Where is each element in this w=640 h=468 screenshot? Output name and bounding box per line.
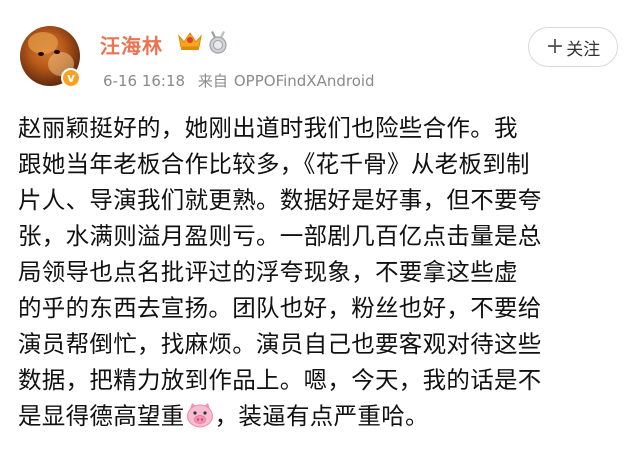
source-label: 来自 xyxy=(197,72,228,90)
verified-badge-icon: v xyxy=(61,68,81,88)
body-text: 是显得德高望重 xyxy=(18,402,185,430)
body-text: ，装逼有点严重哈。 xyxy=(214,402,429,430)
post-date: 6-16 xyxy=(103,72,138,90)
follow-button[interactable]: + 关注 xyxy=(528,27,618,67)
body-line: 片人、导演我们就更熟。数据好是好事，但不要夸 xyxy=(18,186,542,214)
body-line: 的乎的东西去宣扬。团队也好，粉丝也好，不要给 xyxy=(18,294,542,322)
weibo-post: v 汪海林 6-16 16:18 来自 OPPOFindXAndroid + 关注… xyxy=(0,0,640,468)
source-device[interactable]: OPPOFindXAndroid xyxy=(234,72,375,90)
post-body: 赵丽颖挺好的，她刚出道时我们也险些合作。我 跟她当年老板合作比较多，《花千骨》从… xyxy=(18,110,626,434)
body-line: 演员帮倒忙，找麻烦。演员自己也要客观对待这些 xyxy=(18,330,542,358)
body-line-last: 是显得德高望重 ，装逼有点严重哈。 xyxy=(18,398,626,434)
body-line: 赵丽颖挺好的，她刚出道时我们也险些合作。我 xyxy=(18,114,518,142)
avatar-eye xyxy=(54,50,60,54)
medal-icon[interactable] xyxy=(206,30,230,54)
body-line: 局领导也点名批评过的浮夸现象，不要拿这些虚 xyxy=(18,258,518,286)
follow-label: 关注 xyxy=(566,39,601,60)
body-line: 数据，把精力放到作品上。嗯，今天，我的话是不 xyxy=(18,366,542,394)
body-line: 张，水满则溢月盈则亏。一部剧几百亿点击量是总 xyxy=(18,222,542,250)
body-line: 跟她当年老板合作比较多，《花千骨》从老板到制 xyxy=(18,150,530,178)
pig-face-icon xyxy=(186,403,213,428)
post-time: 16:18 xyxy=(141,72,186,90)
username[interactable]: 汪海林 xyxy=(100,30,163,59)
avatar-eye xyxy=(38,52,44,56)
plus-icon: + xyxy=(545,34,565,59)
post-meta: 6-16 16:18 来自 OPPOFindXAndroid xyxy=(103,70,375,91)
crown-icon[interactable] xyxy=(177,30,203,52)
